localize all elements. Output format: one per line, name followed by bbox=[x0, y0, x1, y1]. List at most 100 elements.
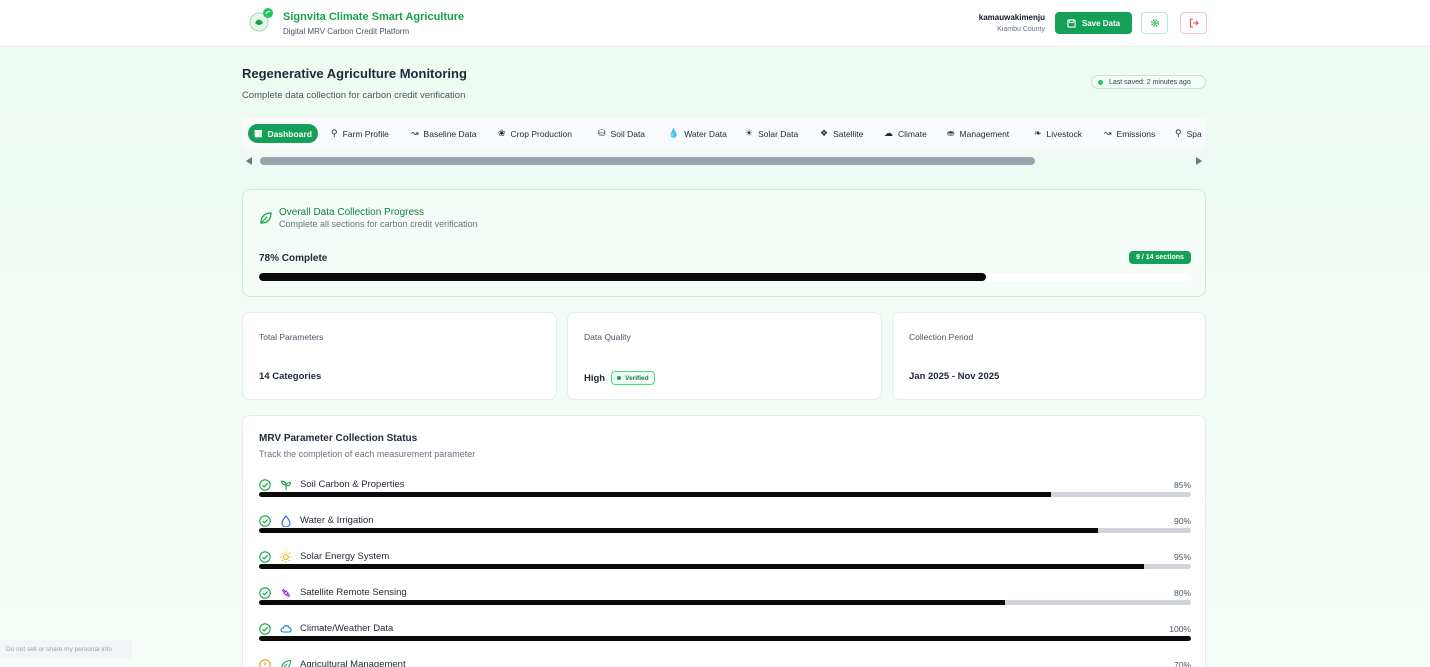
wheat-icon: ❀ bbox=[498, 128, 506, 138]
tab-water-data[interactable]: 💧 Water Data bbox=[662, 124, 733, 143]
parameter-row: Climate/Weather Data 100% bbox=[259, 623, 1191, 653]
trend-icon: ↝ bbox=[411, 128, 419, 138]
save-data-label: Save Data bbox=[1081, 18, 1121, 28]
overall-percent-label: 78% Complete bbox=[259, 253, 328, 264]
user-location: Kiambu County bbox=[997, 26, 1045, 33]
map-pin-icon: ⚲ bbox=[331, 128, 338, 138]
save-icon bbox=[1067, 18, 1076, 28]
tractor-icon: ⛂ bbox=[947, 128, 955, 138]
mrv-subtitle: Track the completion of each measurement… bbox=[259, 449, 476, 459]
parameter-row: Soil Carbon & Properties 85% bbox=[259, 479, 1191, 509]
check-circle-icon bbox=[259, 515, 271, 527]
parameter-row: Water & Irrigation 90% bbox=[259, 515, 1191, 545]
check-circle-icon bbox=[259, 587, 271, 599]
tab-label: Solar Data bbox=[758, 128, 799, 139]
tab-management[interactable]: ⛂ Management bbox=[941, 124, 1015, 143]
tabs-scrollbar[interactable] bbox=[246, 155, 1202, 167]
scrollbar-thumb[interactable] bbox=[260, 157, 1035, 165]
parameter-progress-bar bbox=[259, 636, 1191, 641]
overall-progress-card: Overall Data Collection Progress Complet… bbox=[242, 189, 1206, 297]
alert-circle-icon bbox=[259, 659, 271, 667]
cloud-icon: ☁ bbox=[884, 128, 893, 138]
stat-label: Total Parameters bbox=[259, 332, 324, 342]
tab-label: Farm Profile bbox=[342, 128, 389, 139]
overall-progress-fill bbox=[259, 273, 986, 281]
check-circle-icon bbox=[259, 623, 271, 635]
privacy-link[interactable]: Do not sell or share my personal info bbox=[0, 640, 132, 658]
parameter-progress-fill bbox=[259, 492, 1052, 497]
logout-button[interactable] bbox=[1180, 12, 1207, 34]
sun-icon: ☀ bbox=[745, 128, 754, 138]
tab-crop-production[interactable]: ❀ Crop Production bbox=[492, 124, 578, 143]
overall-progress-title: Overall Data Collection Progress bbox=[279, 207, 425, 218]
overall-progress-bar bbox=[259, 273, 1191, 281]
satellite-icon bbox=[281, 588, 291, 598]
total-parameters-value: 14 Categories bbox=[259, 371, 322, 382]
parameter-label: Climate/Weather Data bbox=[300, 623, 394, 634]
last-saved-text: Last saved: 2 minutes ago bbox=[1109, 78, 1191, 86]
tab-label: Livestock bbox=[1046, 128, 1082, 139]
sprout-icon: ❧ bbox=[1034, 128, 1042, 138]
parameter-progress-bar bbox=[259, 528, 1191, 533]
page-subtitle: Complete data collection for carbon cred… bbox=[242, 90, 466, 101]
check-circle-icon bbox=[259, 551, 271, 563]
sprout-icon bbox=[280, 480, 292, 490]
parameter-percent: 80% bbox=[1173, 588, 1191, 598]
status-dot-icon bbox=[617, 376, 622, 380]
parameter-label: Water & Irrigation bbox=[300, 515, 374, 526]
tab-label: Management bbox=[959, 128, 1010, 139]
verified-badge: Verified bbox=[611, 371, 655, 385]
tab-dashboard[interactable]: ▦ Dashboard bbox=[248, 124, 318, 143]
tab-spatial[interactable]: ⚲ Spa bbox=[1169, 124, 1206, 143]
brand-title: Signvita Climate Smart Agriculture bbox=[283, 11, 465, 23]
parameter-label: Satellite Remote Sensing bbox=[300, 587, 407, 598]
tab-label: Climate bbox=[898, 128, 927, 139]
stat-value: Jan 2025 - Nov 2025 bbox=[909, 371, 999, 382]
parameter-label: Soil Carbon & Properties bbox=[300, 479, 405, 490]
mrv-title: MRV Parameter Collection Status bbox=[259, 433, 418, 444]
tab-satellite[interactable]: ❖ Satellite bbox=[814, 124, 869, 143]
save-data-button[interactable]: Save Data bbox=[1055, 12, 1132, 34]
tab-solar-data[interactable]: ☀ Solar Data bbox=[739, 124, 804, 143]
last-saved-badge: Last saved: 2 minutes ago bbox=[1091, 75, 1206, 89]
data-quality-value: High bbox=[584, 372, 606, 384]
tab-soil-data[interactable]: ⛁ Soil Data bbox=[592, 124, 651, 143]
stat-value: High Verified bbox=[584, 371, 655, 385]
tab-livestock[interactable]: ❧ Livestock bbox=[1028, 124, 1088, 143]
parameter-label: Agricultural Management bbox=[300, 659, 406, 667]
username: kamauwakimenju bbox=[978, 13, 1045, 22]
tab-label: Baseline Data bbox=[423, 128, 477, 139]
tab-label: Crop Production bbox=[510, 128, 572, 139]
droplet-icon bbox=[281, 515, 291, 527]
parameter-progress-fill bbox=[259, 600, 1005, 605]
settings-button[interactable] bbox=[1141, 12, 1168, 34]
tab-baseline-data[interactable]: ↝ Baseline Data bbox=[405, 124, 482, 143]
stat-value: 14 Categories bbox=[259, 371, 321, 382]
tab-label: Dashboard bbox=[267, 128, 312, 139]
mrv-status-card: MRV Parameter Collection Status Track th… bbox=[242, 415, 1206, 667]
parameter-percent: 90% bbox=[1173, 516, 1191, 526]
parameter-row: Satellite Remote Sensing 80% bbox=[259, 587, 1191, 617]
scroll-right-arrow-icon[interactable] bbox=[1196, 157, 1202, 165]
tab-label: Satellite bbox=[833, 128, 864, 139]
tab-farm-profile[interactable]: ⚲ Farm Profile bbox=[325, 124, 395, 143]
total-parameters-card: Total Parameters 14 Categories bbox=[242, 312, 557, 400]
tab-label: Soil Data bbox=[610, 128, 646, 139]
parameter-progress-bar bbox=[259, 492, 1191, 497]
parameter-progress-bar bbox=[259, 600, 1191, 605]
tab-label: Emissions bbox=[1116, 128, 1156, 139]
data-quality-card: Data Quality High Verified bbox=[567, 312, 882, 400]
scroll-left-arrow-icon[interactable] bbox=[246, 157, 252, 165]
tab-label: Spa bbox=[1186, 128, 1202, 139]
collection-period-value: Jan 2025 - Nov 2025 bbox=[909, 371, 1000, 382]
droplet-icon: 💧 bbox=[668, 128, 680, 138]
tab-climate[interactable]: ☁ Climate bbox=[878, 124, 933, 143]
tab-emissions[interactable]: ↝ Emissions bbox=[1098, 124, 1161, 143]
page-title: Regenerative Agriculture Monitoring bbox=[242, 66, 467, 81]
logo-icon bbox=[248, 7, 274, 33]
sections-badge: 9 / 14 sections bbox=[1129, 251, 1191, 264]
parameter-progress-fill bbox=[259, 528, 1098, 533]
gear-icon bbox=[1150, 19, 1159, 27]
map-pin-icon: ⚲ bbox=[1175, 128, 1182, 138]
collection-period-card: Collection Period Jan 2025 - Nov 2025 bbox=[892, 312, 1206, 400]
